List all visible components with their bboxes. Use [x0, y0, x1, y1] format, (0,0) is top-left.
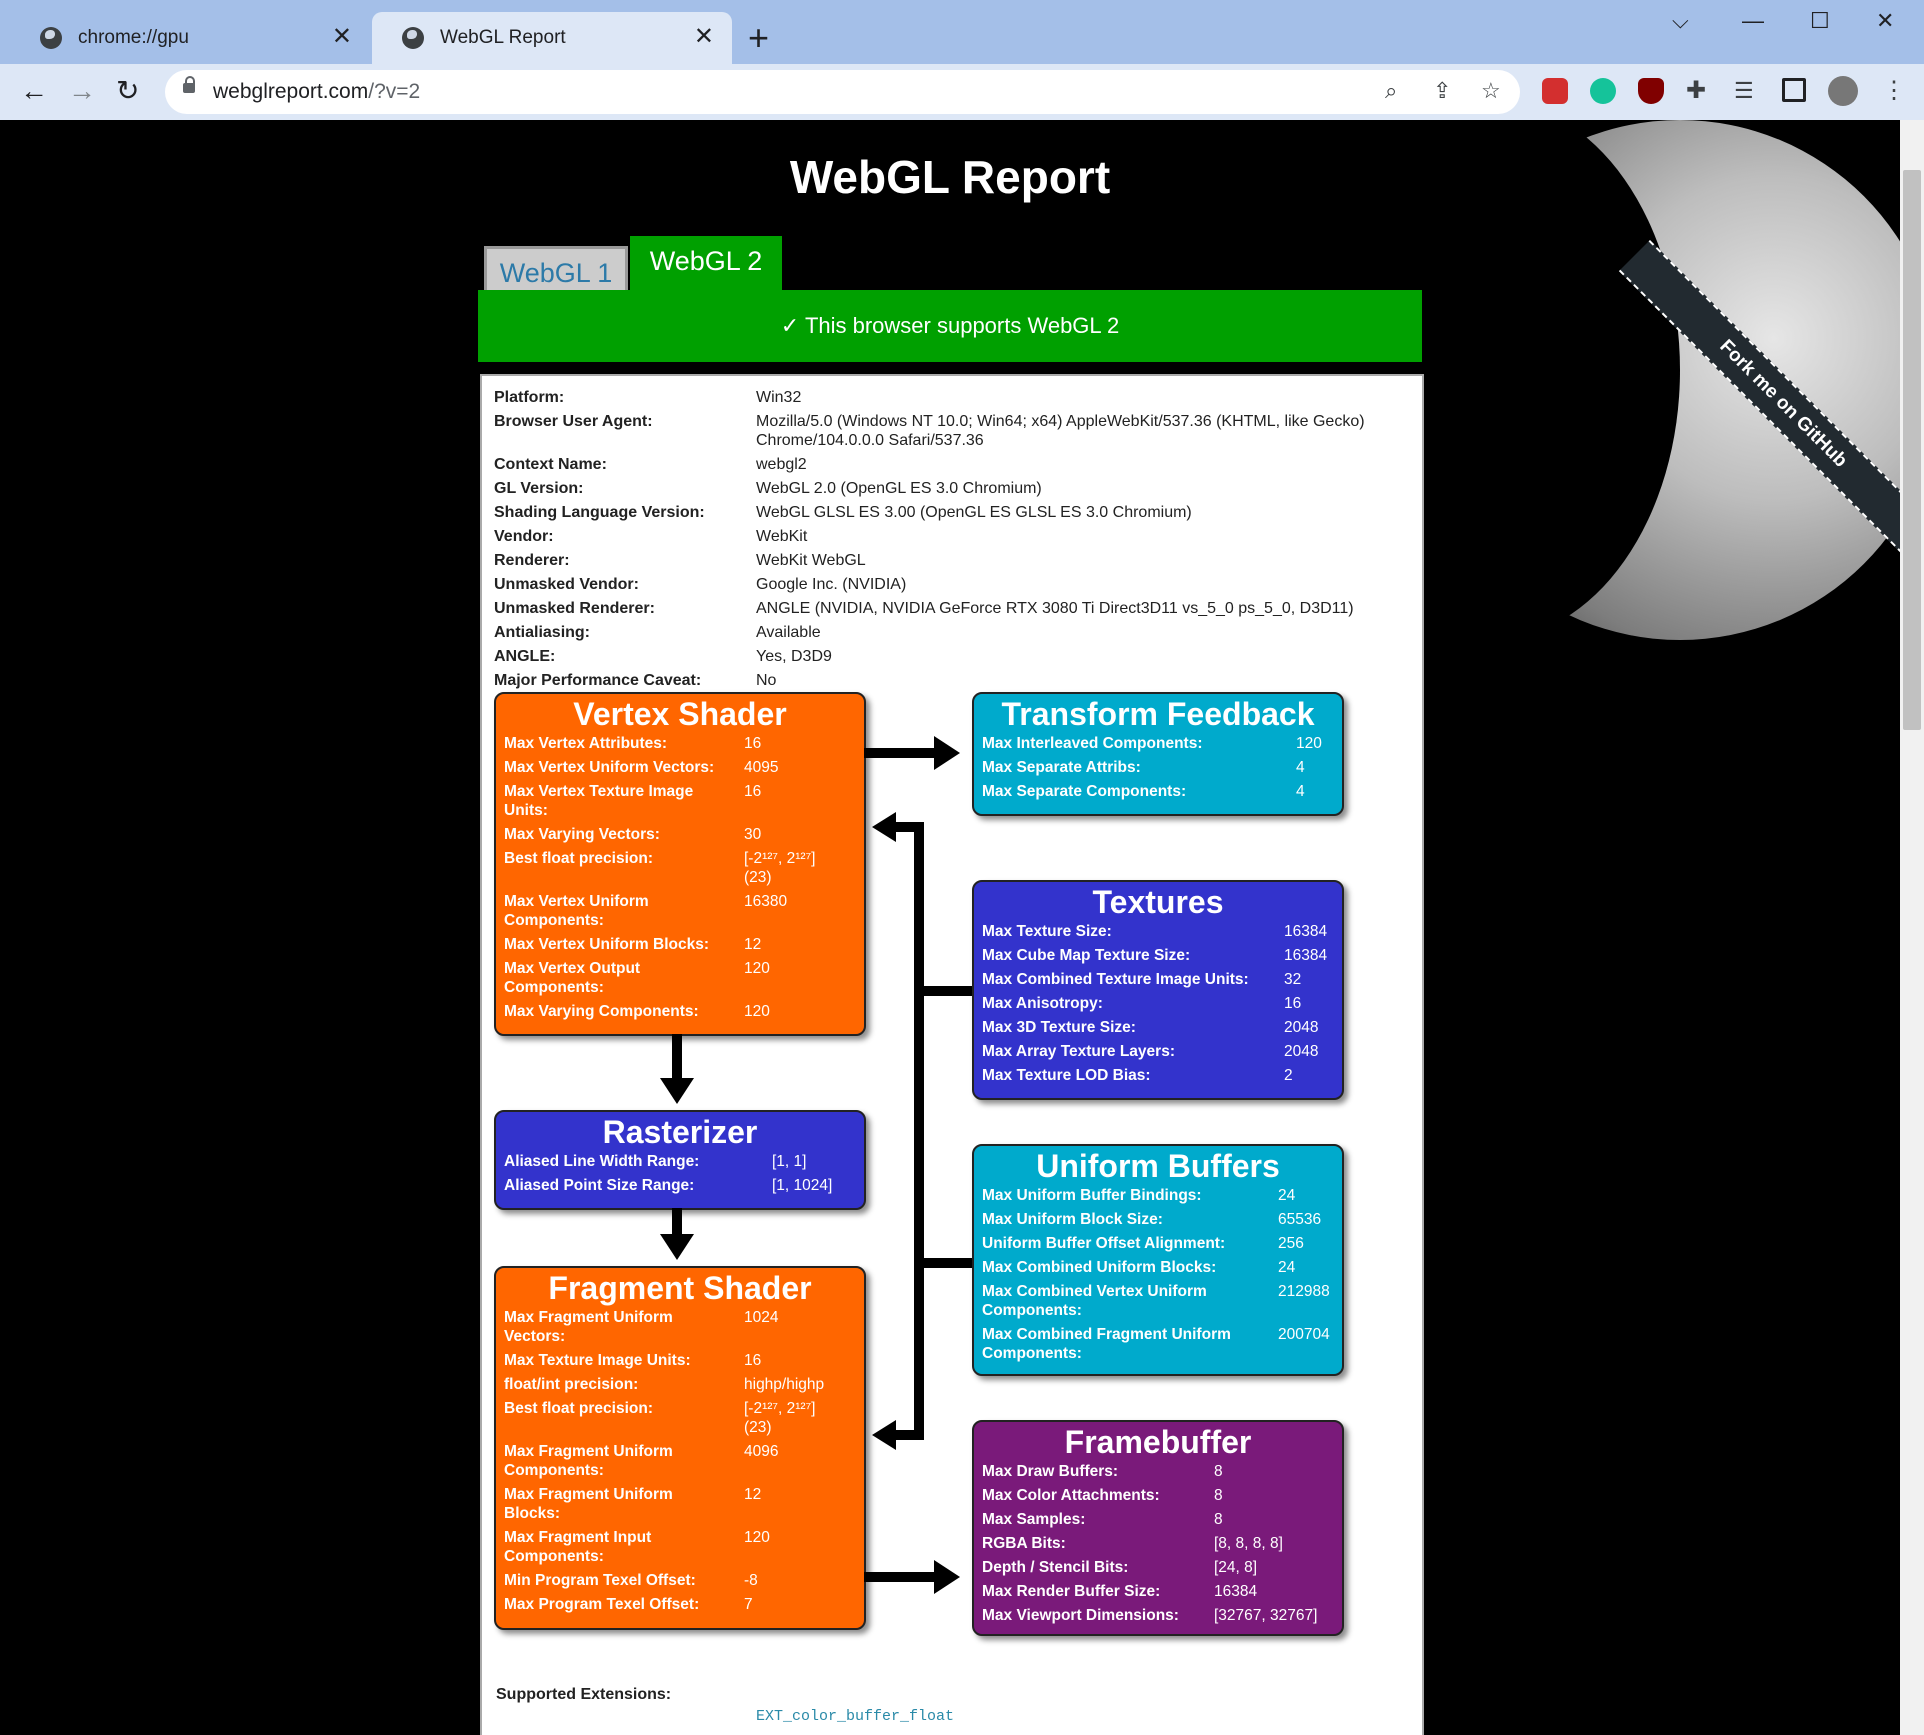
close-tab-icon[interactable]: ✕: [694, 24, 714, 50]
side-panel-icon[interactable]: [1782, 78, 1806, 102]
tab-strip: chrome://gpu ✕ WebGL Report ✕ + ⌵ — ☐ ✕: [0, 0, 1924, 64]
tab-chrome-gpu[interactable]: chrome://gpu ✕: [10, 12, 370, 64]
lock-icon[interactable]: [183, 76, 195, 93]
zoom-icon[interactable]: ⌕: [1385, 78, 1397, 104]
arrow-head: [660, 1078, 694, 1104]
arrow-fragment-to-framebuffer: [864, 1572, 938, 1582]
page-title: WebGL Report: [789, 151, 1111, 203]
browser-toolbar: ← → ↻ webglreport.com/?v=2 ⌕ ⇪ ☆ ✚ ☰ ⋮: [0, 64, 1924, 120]
pipeline-arrows: [660, 736, 972, 1594]
maximize-button[interactable]: ☐: [1810, 8, 1830, 34]
globe-icon: [402, 27, 424, 49]
url-path: /?v=2: [368, 80, 421, 103]
page-content: Fork me on GitHub WebGL Report WebGL 1 W…: [0, 120, 1900, 1735]
close-tab-icon[interactable]: ✕: [332, 24, 352, 50]
extension-red-icon[interactable]: [1542, 78, 1568, 104]
tab-webgl-report[interactable]: WebGL Report ✕: [372, 12, 732, 64]
close-window-button[interactable]: ✕: [1876, 8, 1894, 34]
scrollbar-thumb[interactable]: [1903, 170, 1921, 730]
menu-kebab-icon[interactable]: ⋮: [1882, 78, 1908, 104]
tab-webgl-2[interactable]: WebGL 2: [630, 236, 782, 292]
extensions-label: Supported Extensions:: [496, 1686, 672, 1703]
forward-arrow-icon[interactable]: →: [68, 76, 96, 106]
bookmark-star-icon[interactable]: ☆: [1481, 78, 1501, 104]
tab-title: chrome://gpu: [78, 27, 189, 48]
address-bar[interactable]: webglreport.com/?v=2 ⌕ ⇪ ☆: [165, 70, 1520, 114]
new-tab-button[interactable]: +: [748, 18, 769, 58]
extension-link[interactable]: EXT_color_buffer_float: [756, 1708, 954, 1725]
ublock-icon[interactable]: [1638, 78, 1664, 104]
tab-title: WebGL Report: [440, 27, 566, 48]
arrow-vertex-to-rasterizer: [672, 1034, 682, 1082]
textures-to-bus: [924, 986, 972, 996]
bus-to-fragment: [892, 1430, 924, 1440]
share-icon[interactable]: ⇪: [1433, 78, 1451, 104]
support-banner: ✓ This browser supports WebGL 2: [478, 290, 1422, 362]
arrow-vertex-to-tf: [864, 748, 938, 758]
arrow-head: [660, 1234, 694, 1260]
bus-to-vertex: [892, 822, 924, 832]
media-controls-icon[interactable]: ☰: [1734, 78, 1760, 104]
profile-avatar[interactable]: [1828, 76, 1858, 106]
uniforms-to-bus: [924, 1258, 972, 1268]
report-panel: Platform: Win32 Browser User Agent: Mozill…: [480, 374, 1424, 1735]
tab-webgl-1[interactable]: WebGL 1: [484, 246, 628, 293]
reload-icon[interactable]: ↻: [116, 76, 139, 106]
arrow-rasterizer-to-fragment: [672, 1208, 682, 1238]
arrow-head: [872, 1420, 896, 1450]
url-host: webglreport.com: [213, 80, 369, 103]
extensions-puzzle-icon[interactable]: ✚: [1686, 78, 1712, 104]
globe-icon: [40, 27, 62, 49]
url-text[interactable]: webglreport.com/?v=2: [213, 80, 420, 104]
arrow-head: [934, 1560, 960, 1594]
grammarly-icon[interactable]: [1590, 78, 1616, 104]
arrow-head: [872, 812, 896, 842]
resource-bus: [914, 822, 924, 1440]
back-arrow-icon[interactable]: ←: [20, 76, 48, 106]
minimize-button[interactable]: —: [1742, 8, 1764, 34]
arrow-head: [934, 736, 960, 770]
tab-search-chevron-icon[interactable]: ⌵: [1672, 8, 1689, 34]
browser-chrome: chrome://gpu ✕ WebGL Report ✕ + ⌵ — ☐ ✕ …: [0, 0, 1924, 120]
